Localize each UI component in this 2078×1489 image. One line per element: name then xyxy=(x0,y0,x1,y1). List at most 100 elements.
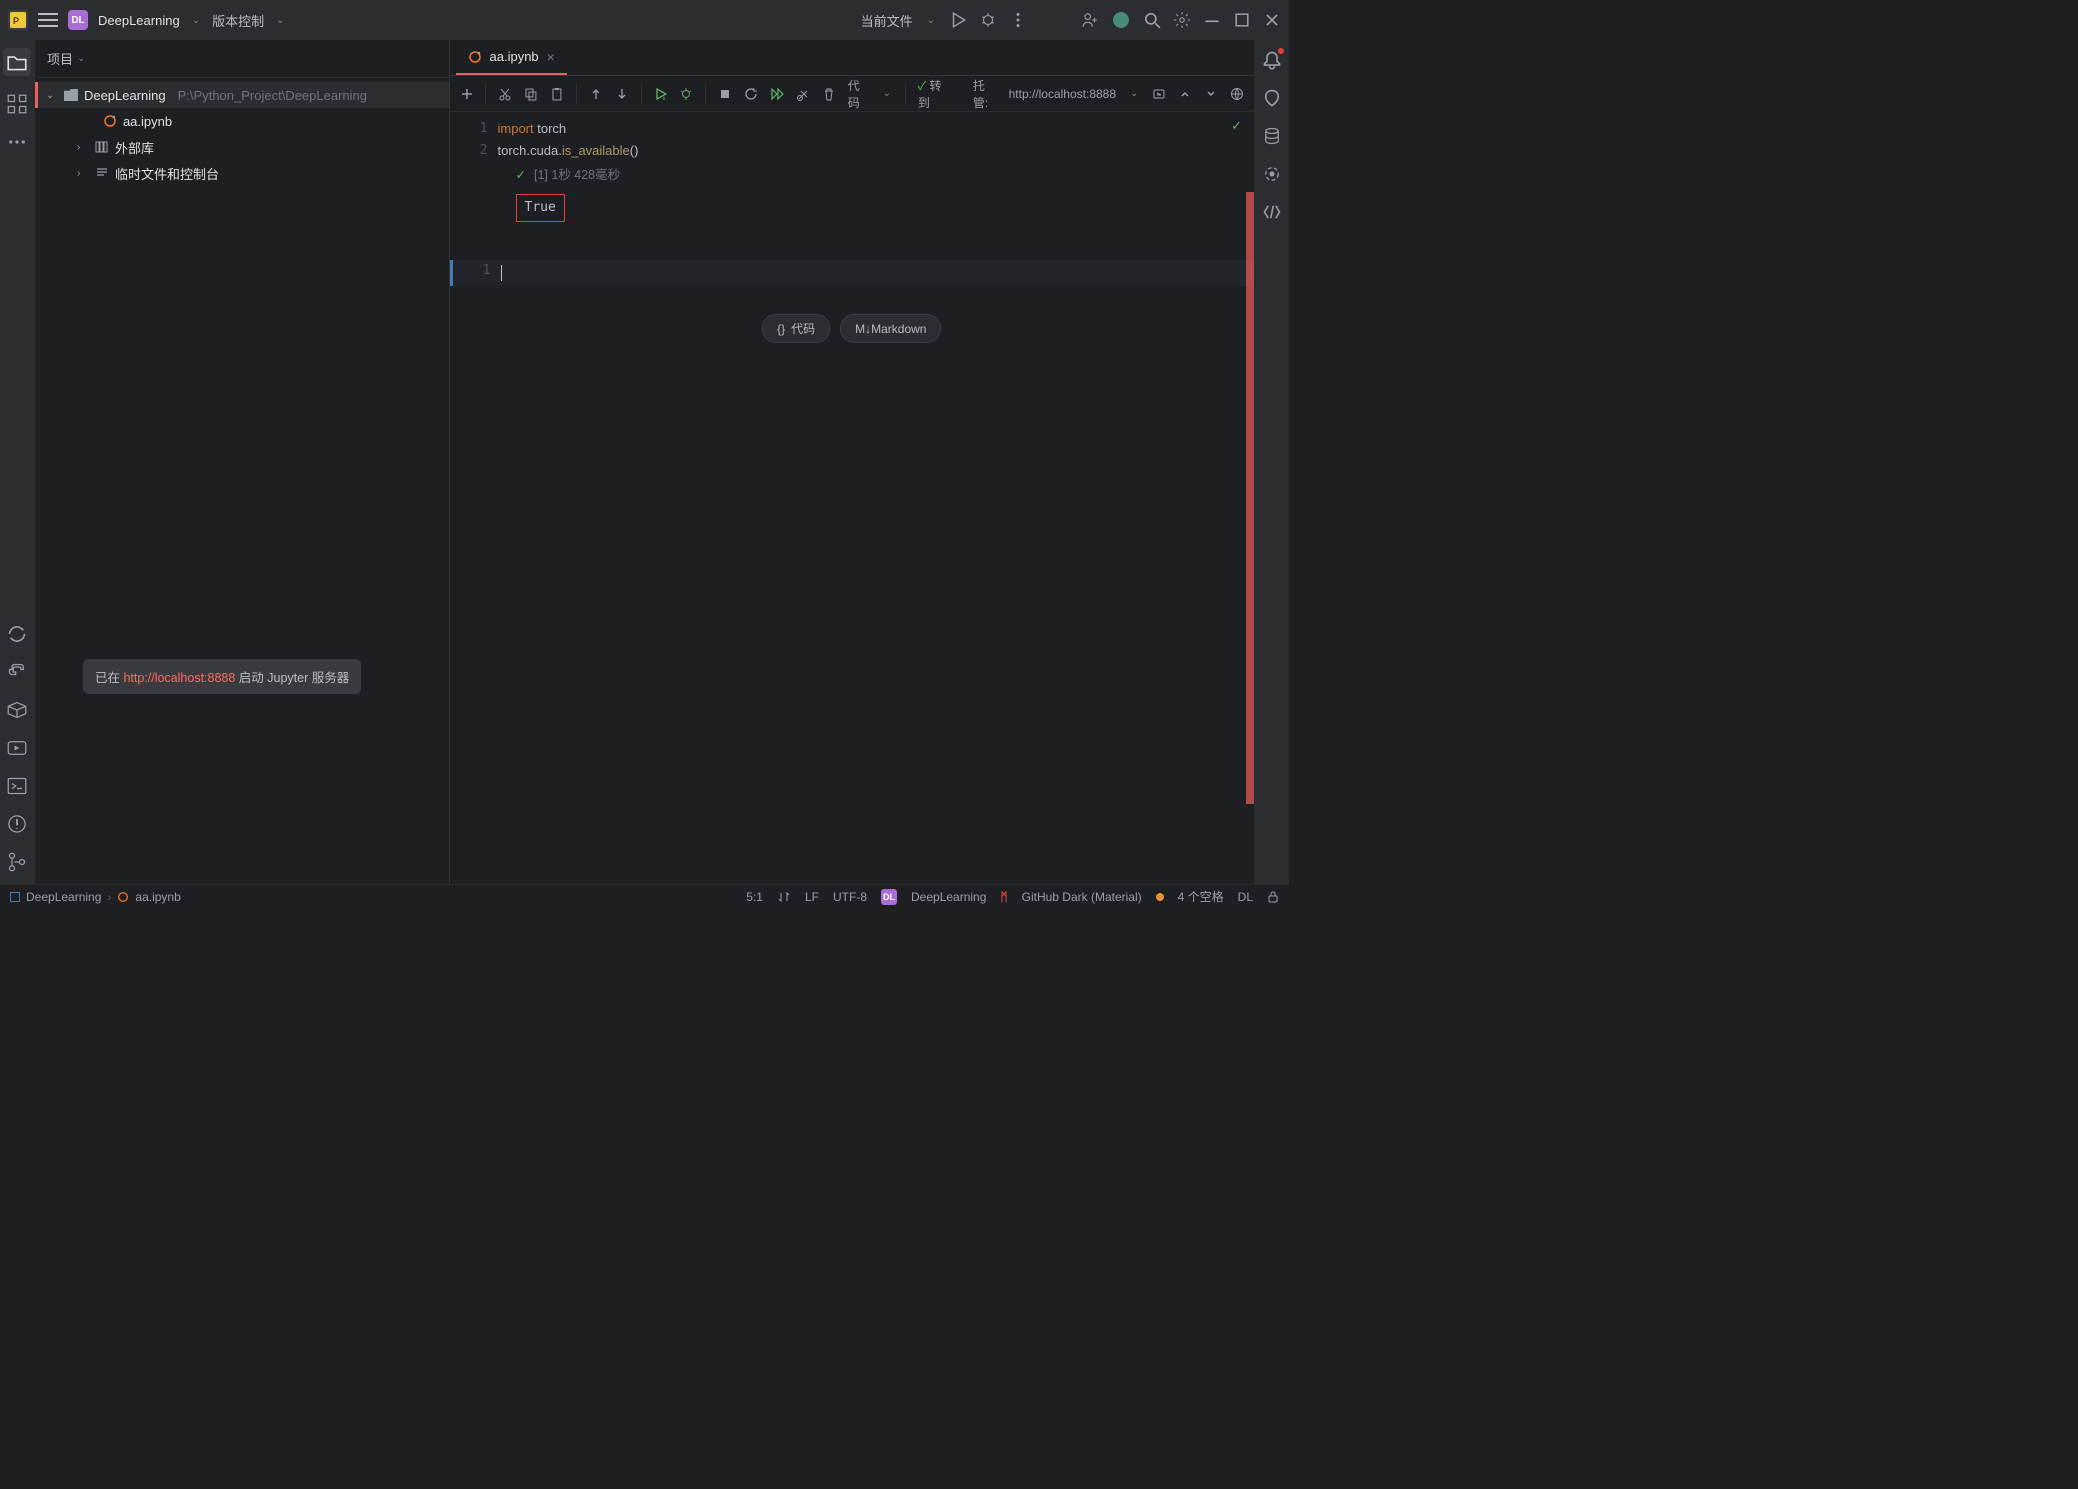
right-toolstrip xyxy=(1254,40,1289,884)
chevron-down-icon[interactable]: ⌄ xyxy=(46,90,58,101)
exec-status: ✓[1] 1秒 428毫秒 xyxy=(498,162,1255,188)
goto-action[interactable]: ✓ 转到 xyxy=(918,77,949,111)
tree-file[interactable]: aa.ipynb xyxy=(35,108,449,134)
active-code-cell[interactable]: 1 xyxy=(450,260,1255,286)
line-separator[interactable]: LF xyxy=(805,890,819,904)
project-title[interactable]: 项目 xyxy=(47,49,73,68)
notification-dot xyxy=(1278,48,1284,54)
popup-url[interactable]: http://localhost:8888 xyxy=(123,671,235,685)
chevron-down-icon[interactable]: ⌄ xyxy=(276,15,284,26)
vcs-menu[interactable]: 版本控制 xyxy=(212,11,264,30)
ai-icon[interactable] xyxy=(1262,88,1282,108)
trust-label: 托管: xyxy=(973,77,997,111)
chevron-down-icon[interactable]: ⌄ xyxy=(192,15,200,26)
collapse-up-icon[interactable] xyxy=(1178,86,1192,102)
cut-icon[interactable] xyxy=(498,86,512,102)
more-icon[interactable] xyxy=(1009,11,1027,29)
project-name[interactable]: DeepLearning xyxy=(98,13,180,28)
chevron-down-icon[interactable]: ⌄ xyxy=(77,53,85,64)
project-badge: DL xyxy=(68,10,88,30)
interpreter-name[interactable]: DeepLearning xyxy=(911,890,986,904)
project-tool-icon[interactable] xyxy=(3,48,31,76)
browser-icon[interactable] xyxy=(1230,86,1244,102)
add-cell-icon[interactable] xyxy=(460,86,474,102)
close-button[interactable] xyxy=(1263,11,1281,29)
close-tab-icon[interactable]: × xyxy=(547,49,555,65)
chevron-down-icon[interactable]: ⌄ xyxy=(927,15,935,26)
collab-icon[interactable] xyxy=(1081,11,1099,29)
code-content[interactable]: import torch torch.cuda.is_available() ✓… xyxy=(498,118,1255,228)
cursor-position[interactable]: 5:1 xyxy=(746,890,763,904)
python-console-icon[interactable] xyxy=(7,662,27,682)
delete-cell-icon[interactable] xyxy=(822,86,836,102)
breadcrumb-separator: › xyxy=(107,890,111,904)
tree-scratches[interactable]: › 临时文件和控制台 xyxy=(35,160,449,186)
code-cell[interactable]: 12 import torch torch.cuda.is_available(… xyxy=(450,118,1255,228)
packages-icon[interactable] xyxy=(7,700,27,720)
variables-icon[interactable] xyxy=(1152,86,1166,102)
editor-tab[interactable]: aa.ipynb × xyxy=(456,40,567,75)
debug-icon[interactable] xyxy=(979,11,997,29)
tree-path: P:\Python_Project\DeepLearning xyxy=(178,88,367,103)
tree-root[interactable]: ⌄ DeepLearning P:\Python_Project\DeepLea… xyxy=(35,82,449,108)
add-markdown-cell-button[interactable]: M↓Markdown xyxy=(840,314,941,343)
folder-icon xyxy=(64,89,78,101)
jupyter-host[interactable]: http://localhost:8888 xyxy=(1009,87,1116,101)
settings-icon[interactable] xyxy=(1173,11,1191,29)
breadcrumb-item[interactable]: DeepLearning xyxy=(26,890,101,904)
more-tool-icon[interactable] xyxy=(7,132,27,152)
cell-type-selector[interactable]: 代码 xyxy=(848,77,869,111)
current-file-label[interactable]: 当前文件 xyxy=(861,11,913,30)
code-content[interactable] xyxy=(501,260,1255,286)
jupyter-icon xyxy=(468,50,482,64)
chevron-down-icon[interactable]: ⌄ xyxy=(883,88,891,99)
add-code-cell-button[interactable]: {}代码 xyxy=(762,314,830,343)
editor-tabs: aa.ipynb × xyxy=(450,40,1255,76)
encoding[interactable]: UTF-8 xyxy=(833,890,867,904)
restart-icon[interactable] xyxy=(744,86,758,102)
copy-icon[interactable] xyxy=(524,86,538,102)
maximize-button[interactable] xyxy=(1233,11,1251,29)
tab-label: aa.ipynb xyxy=(490,49,539,64)
services-icon[interactable] xyxy=(7,738,27,758)
theme-name[interactable]: GitHub Dark (Material) xyxy=(1022,890,1142,904)
stop-icon[interactable] xyxy=(718,86,732,102)
collapse-down-icon[interactable] xyxy=(1204,86,1218,102)
coverage-icon[interactable] xyxy=(1262,164,1282,184)
vcs-tool-icon[interactable] xyxy=(7,852,27,872)
tree-ext-libs[interactable]: › 外部库 xyxy=(35,134,449,160)
breadcrumb-item[interactable]: aa.ipynb xyxy=(135,890,180,904)
run-icon[interactable] xyxy=(949,11,967,29)
paste-icon[interactable] xyxy=(550,86,564,102)
search-icon[interactable] xyxy=(1143,11,1161,29)
tree-label: aa.ipynb xyxy=(123,114,172,129)
interpreter-badge[interactable]: DL xyxy=(881,889,897,905)
left-toolstrip xyxy=(0,40,35,884)
minimize-button[interactable] xyxy=(1203,11,1221,29)
run-all-icon[interactable] xyxy=(770,86,784,102)
structure-tool-icon[interactable] xyxy=(7,94,27,114)
menu-icon[interactable] xyxy=(38,13,58,27)
avatar[interactable] xyxy=(1111,10,1131,30)
lock-icon[interactable] xyxy=(1267,891,1279,903)
run-cell-icon[interactable] xyxy=(654,86,668,102)
notifications-icon[interactable] xyxy=(1262,50,1282,70)
move-up-icon[interactable] xyxy=(589,86,603,102)
database-icon[interactable] xyxy=(1262,126,1282,146)
endpoints-icon[interactable] xyxy=(1262,202,1282,222)
chevron-down-icon[interactable]: ⌄ xyxy=(1130,88,1138,99)
indent-info[interactable]: 4 个空格 xyxy=(1178,888,1224,905)
material-icon: ᛗ xyxy=(1000,890,1007,904)
chevron-right-icon[interactable]: › xyxy=(77,168,89,179)
dl-label: DL xyxy=(1238,890,1253,904)
terminal-icon[interactable] xyxy=(7,776,27,796)
problems-icon[interactable] xyxy=(7,814,27,834)
chevron-right-icon[interactable]: › xyxy=(77,142,89,153)
clear-output-icon[interactable] xyxy=(796,86,810,102)
svg-text:P: P xyxy=(13,16,19,26)
scroll-indicator[interactable] xyxy=(1246,192,1254,804)
sync-icon[interactable] xyxy=(7,624,27,644)
debug-cell-icon[interactable] xyxy=(679,86,693,102)
move-down-icon[interactable] xyxy=(615,86,629,102)
line-sep-icon[interactable] xyxy=(777,890,791,904)
